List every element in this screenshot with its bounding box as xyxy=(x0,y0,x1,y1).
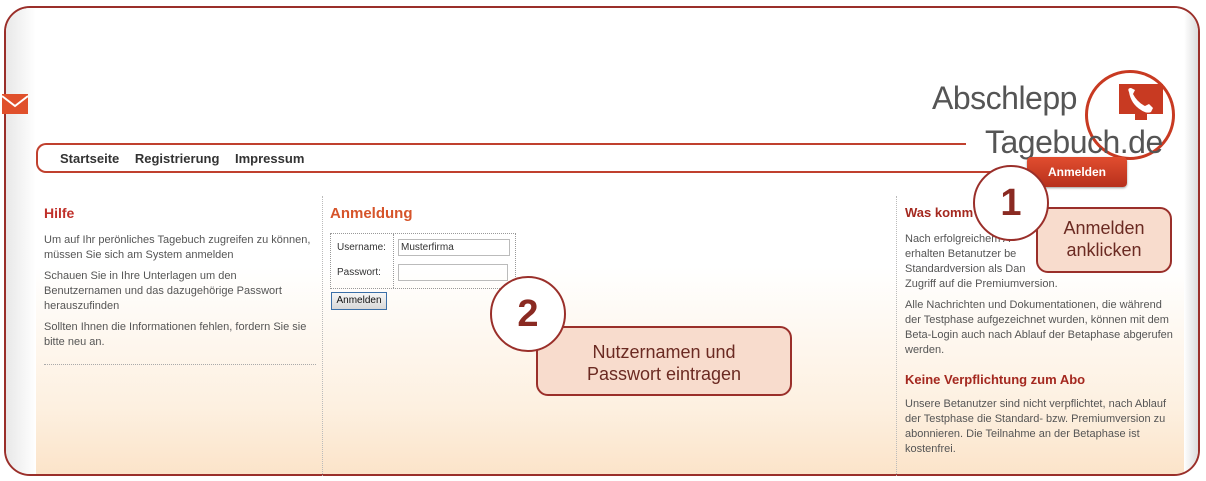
nav-item-startseite[interactable]: Startseite xyxy=(60,151,119,166)
callout-1-line1: Anmelden xyxy=(1063,218,1145,238)
info-paragraph-2: Alle Nachrichten und Dokumentationen, di… xyxy=(905,299,1173,356)
login-section: Anmeldung xyxy=(330,205,730,230)
logo-text-line2: Tagebuch.de xyxy=(985,124,1163,160)
column-divider-right xyxy=(896,196,897,476)
callout-2-line1: Nutzernamen und xyxy=(592,342,736,362)
help-divider xyxy=(44,364,316,365)
help-paragraph-2: Schauen Sie in Ihre Unterlagen um den Be… xyxy=(44,270,282,312)
callout-1-box: Anmelden anklicken xyxy=(1036,207,1172,273)
login-form: Username: Passwort: Musterfirma xyxy=(330,233,516,289)
info-paragraph-3: Unsere Betanutzer sind nicht verpflichte… xyxy=(905,398,1167,455)
nav-item-registrierung[interactable]: Registrierung xyxy=(135,151,220,166)
help-paragraph-1: Um auf Ihr perönliches Tagebuch zugreife… xyxy=(44,234,311,261)
callout-1-line2: anklicken xyxy=(1066,240,1142,260)
callout-2-number: 2 xyxy=(490,276,566,352)
callout-1-number: 1 xyxy=(973,165,1049,241)
logo-text-line1: Abschlepp xyxy=(932,80,1077,116)
help-title: Hilfe xyxy=(44,205,75,221)
password-label: Passwort: xyxy=(337,267,381,278)
login-submit-button[interactable]: Anmelden xyxy=(331,292,387,310)
phone-monitor-icon xyxy=(1119,84,1163,120)
nav-item-impressum[interactable]: Impressum xyxy=(235,151,304,166)
callout-2-line2: Passwort eintragen xyxy=(586,364,742,384)
password-input[interactable] xyxy=(398,264,508,281)
column-divider-left xyxy=(322,196,323,476)
nav-menu: Startseite Registrierung Impressum xyxy=(60,151,316,166)
login-title: Anmeldung xyxy=(330,205,413,222)
mail-icon[interactable] xyxy=(2,94,28,114)
info-line-4: Zugriff auf die Premiumversion. xyxy=(905,278,1058,290)
username-label: Username: xyxy=(337,242,386,253)
form-separator xyxy=(393,234,394,288)
right-margin xyxy=(1184,8,1198,474)
help-paragraph-3: Sollten Ihnen die Informationen fehlen, … xyxy=(44,321,307,348)
no-obligation-title: Keine Verpflichtung zum Abo xyxy=(905,372,1086,387)
username-input[interactable]: Musterfirma xyxy=(398,239,510,256)
help-section: Hilfe Um auf Ihr perönliches Tagebuch zu… xyxy=(44,205,316,365)
callout-2-box: Nutzernamen und Passwort eintragen xyxy=(536,326,792,396)
left-margin xyxy=(6,8,36,474)
